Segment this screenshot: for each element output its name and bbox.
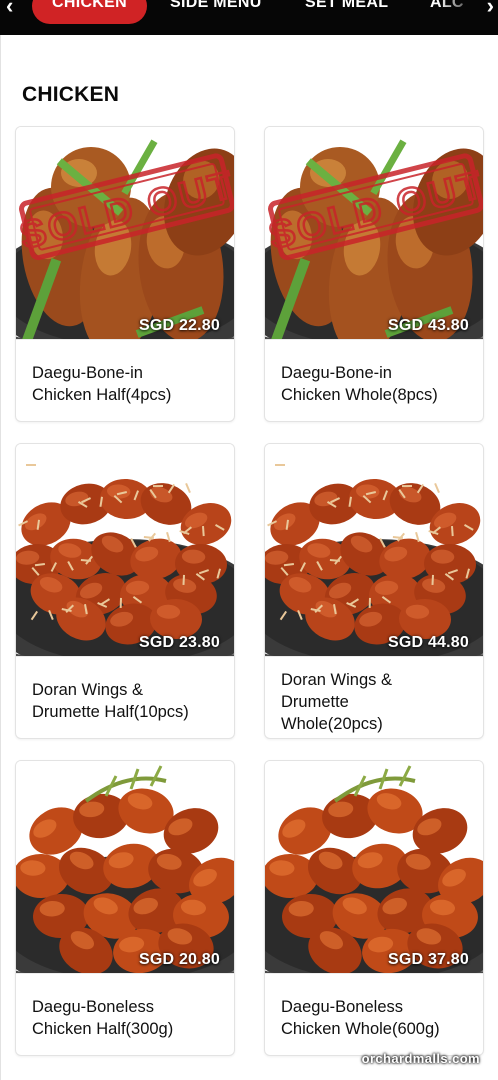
item-name-line: Chicken Half(300g) (32, 1020, 174, 1038)
wings-image (16, 444, 234, 656)
card-divider (265, 339, 483, 340)
wings-image (265, 444, 483, 656)
menu-item-card[interactable]: SGD 37.80 Daegu-Boneless Chicken Whole(600… (264, 760, 484, 1056)
bone-in-chicken-image: SOLD OUT (265, 127, 483, 339)
menu-item-card[interactable]: SGD 20.80 Daegu-Boneless Chicken Half(300g… (15, 760, 235, 1056)
menu-item-card[interactable]: SOLD OUT SGD 43.80 Daegu-Bone-in Chicken Wh… (264, 126, 484, 422)
card-divider (16, 339, 234, 340)
item-name: Doran Wings & Drumette Whole(20pcs) (281, 669, 476, 735)
item-name-line: Doran Wings & (32, 681, 143, 699)
item-name-line: Daegu-Boneless (32, 998, 154, 1016)
item-name: Doran Wings & Drumette Half(10pcs) (32, 679, 227, 723)
item-name-line: Chicken Half(4pcs) (32, 386, 172, 404)
card-divider (265, 973, 483, 974)
chevron-right-icon[interactable]: › (487, 0, 494, 17)
item-name-line: Drumette Half(10pcs) (32, 703, 189, 721)
item-name-line: Daegu-Boneless (281, 998, 403, 1016)
item-name-line: Daegu-Bone-in (32, 364, 143, 382)
category-nav-bar: CHICKEN SIDE MENU SET MEAL ALC ‹ › (0, 0, 498, 35)
item-name-line: Doran Wings & (281, 671, 392, 689)
item-name-line: Chicken Whole(600g) (281, 1020, 440, 1038)
tab-side-menu[interactable]: SIDE MENU (170, 0, 262, 24)
item-name: Daegu-Bone-in Chicken Whole(8pcs) (281, 362, 476, 406)
item-name-line: Drumette (281, 693, 349, 711)
item-name-line: Daegu-Bone-in (281, 364, 392, 382)
price-label: SGD 44.80 (388, 634, 469, 651)
item-name-line: Whole(20pcs) (281, 715, 383, 733)
menu-item-card[interactable]: SGD 44.80 Doran Wings & Drumette Whole(20pc… (264, 443, 484, 739)
card-divider (265, 656, 483, 657)
card-divider (16, 656, 234, 657)
section-title: CHICKEN (22, 83, 120, 106)
price-label: SGD 22.80 (139, 317, 220, 334)
item-name: Daegu-Boneless Chicken Whole(600g) (281, 996, 476, 1040)
price-label: SGD 37.80 (388, 951, 469, 968)
menu-item-card[interactable]: SOLD OUT SGD 22.80 Daegu-Bone-in Chicken Ha… (15, 126, 235, 422)
price-label: SGD 23.80 (139, 634, 220, 651)
card-divider (16, 973, 234, 974)
boneless-chicken-image (265, 761, 483, 973)
item-name: Daegu-Boneless Chicken Half(300g) (32, 996, 227, 1040)
chevron-left-icon[interactable]: ‹ (6, 0, 13, 17)
item-name-line: Chicken Whole(8pcs) (281, 386, 438, 404)
item-name: Daegu-Bone-in Chicken Half(4pcs) (32, 362, 227, 406)
watermark: orchardmalls.com (361, 1051, 480, 1066)
price-label: SGD 20.80 (139, 951, 220, 968)
bone-in-chicken-image: SOLD OUT (16, 127, 234, 339)
price-label: SGD 43.80 (388, 317, 469, 334)
menu-item-card[interactable]: SGD 23.80 Doran Wings & Drumette Half(10pc… (15, 443, 235, 739)
tab-set-meal[interactable]: SET MEAL (305, 0, 388, 24)
boneless-chicken-image (16, 761, 234, 973)
tab-chicken[interactable]: CHICKEN (32, 0, 147, 24)
